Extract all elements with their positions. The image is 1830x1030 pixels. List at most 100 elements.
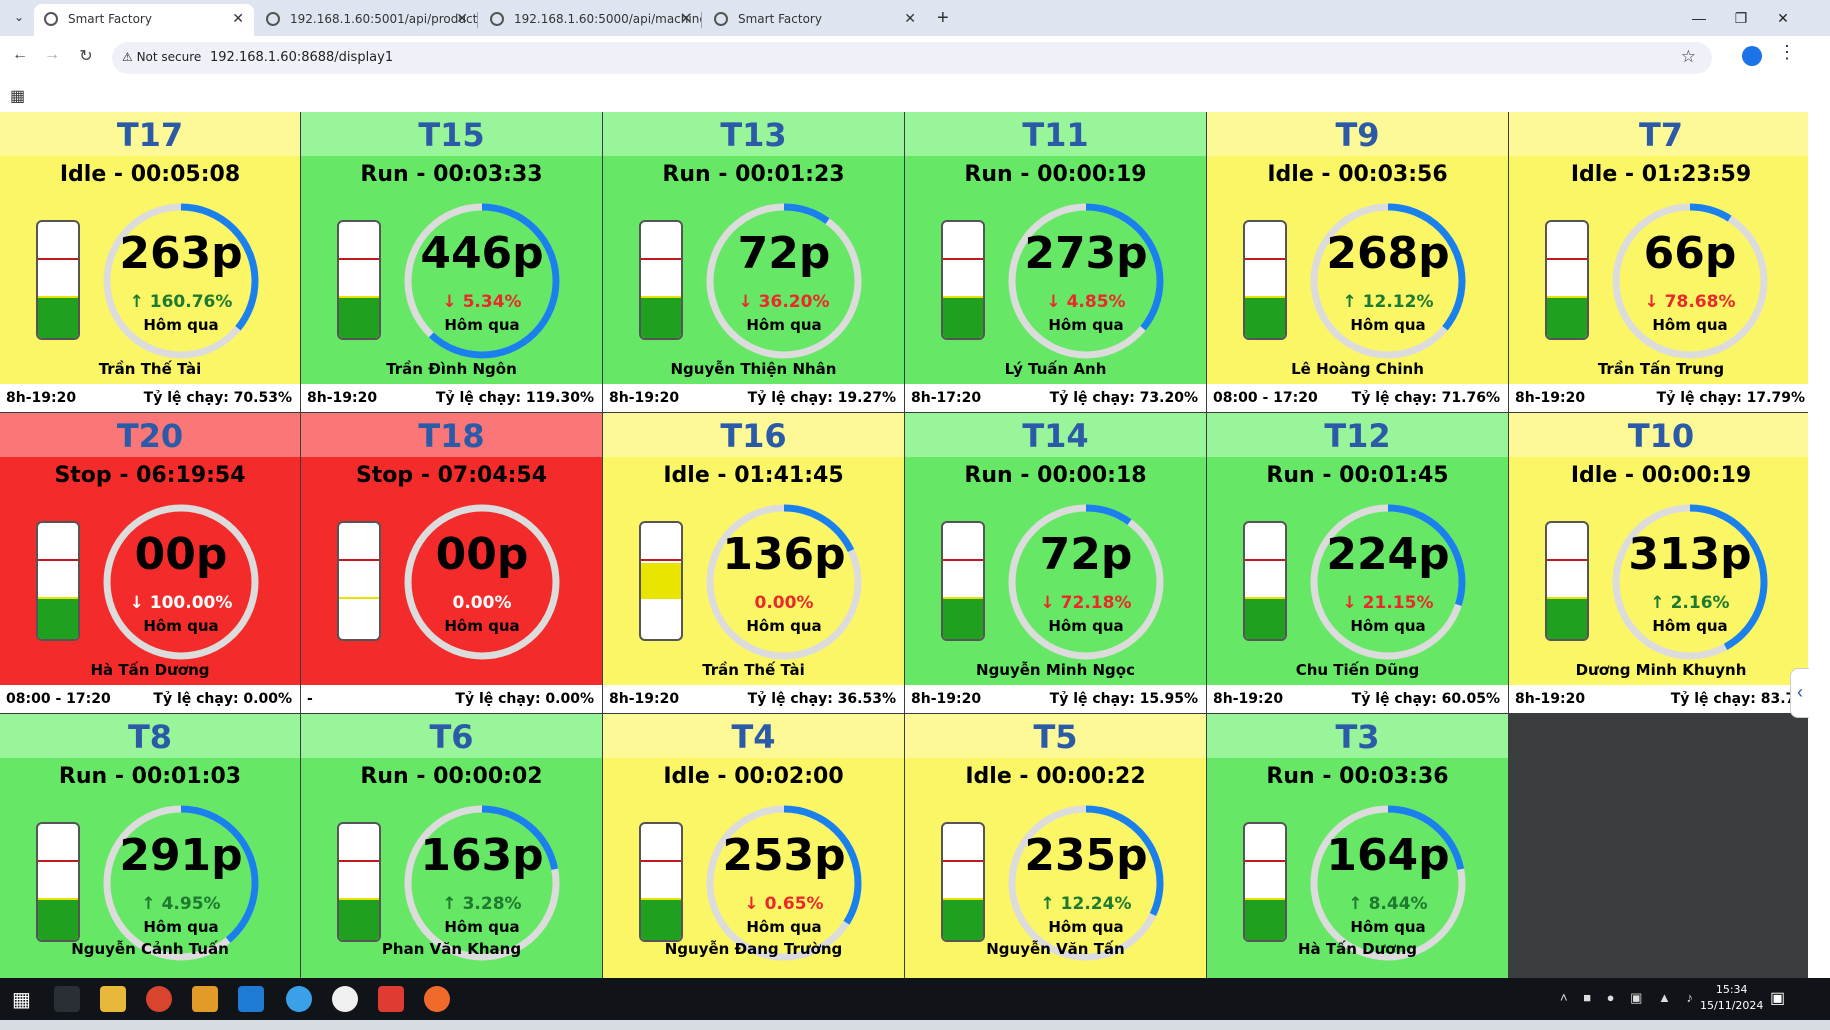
machine-card-t12[interactable]: T12 Run - 00:01:45 224p ↓ 21.15% Hôm qua Chu … [1207,413,1508,713]
machine-id: T18 [301,413,602,457]
shift-hours: 8h-19:20 [609,691,680,707]
tab-smart-factory[interactable]: Smart Factory ✕ [34,4,254,36]
production-count: 66p [1643,228,1737,279]
gauge-ring [103,203,259,359]
panel-toggle-chevron-icon[interactable]: ‹ [1790,668,1809,718]
level-fill [1245,599,1285,639]
bookmark-star-icon[interactable]: ☆ [1681,47,1696,67]
production-gauge: 00p 0.00% Hôm qua [401,501,563,663]
gauge-ring [1310,203,1466,359]
card-footer: 08:00 - 17:20 Tỷ lệ chạy: 71.76% [1207,384,1508,412]
machine-dashboard: T17 Idle - 00:05:08 263p ↑ 160.76% Hôm qua Tr… [0,112,1808,978]
browser-menu-icon[interactable]: ⋮ [1778,42,1796,63]
machine-id: T14 [905,413,1206,457]
close-icon[interactable]: ✕ [456,4,468,34]
gauge-ring [103,504,259,660]
close-icon[interactable]: ✕ [680,4,692,34]
machine-card-t20[interactable]: T20 Stop - 06:19:54 00p ↓ 100.00% Hôm qua Hà … [0,413,300,713]
machine-card-t3[interactable]: T3 Run - 00:03:36 164p ↑ 8.44% Hôm qua Hà Tấn… [1207,714,1508,978]
notification-icon[interactable]: ▣ [1770,988,1785,1008]
change-vs-yesterday: ↓ 78.68% [1609,292,1771,312]
level-mark-yellow [339,597,379,599]
machine-card-t4[interactable]: T4 Idle - 00:02:00 253p ↓ 0.65% Hôm qua Nguyễ… [603,714,904,978]
tab-api-production[interactable]: 192.168.1.60:5001/api/producti ✕ [256,4,478,36]
level-indicator [1243,521,1287,641]
change-percent: 0.00% [754,593,814,613]
close-icon[interactable]: ✕ [232,4,244,34]
machine-card-t8[interactable]: T8 Run - 00:01:03 291p ↑ 4.95% Hôm qua Nguyễn… [0,714,300,978]
docker-icon[interactable] [286,986,312,1012]
taskbar-clock[interactable]: 15:34 15/11/2024 [1700,982,1763,1014]
level-indicator [941,521,985,641]
change-vs-yesterday: ↑ 12.24% [1005,894,1167,914]
change-percent: 0.65% [764,894,824,914]
machine-status: Run - 00:03:36 [1266,764,1449,789]
change-percent: 4.95% [161,894,221,914]
back-arrow-icon[interactable]: ← [8,46,32,64]
level-fill [38,900,78,940]
profile-avatar-icon[interactable] [1742,46,1762,66]
forward-arrow-icon[interactable]: → [40,46,64,64]
not-secure-indicator[interactable]: ⚠ Not secure [122,50,201,64]
machine-card-t10[interactable]: T10 Idle - 00:00:19 313p ↑ 2.16% Hôm qua Dươn… [1509,413,1808,713]
machine-status: Run - 00:01:23 [662,162,845,187]
arrow-up-icon: ↑ [1650,593,1671,613]
reload-icon[interactable]: ↻ [74,46,98,66]
file-explorer-icon[interactable] [100,986,126,1012]
level-indicator [639,220,683,340]
machine-card-t9[interactable]: T9 Idle - 00:03:56 268p ↑ 12.12% Hôm qua Lê H… [1207,112,1508,412]
gauge-caption: Hôm qua [444,316,520,334]
level-indicator [941,220,985,340]
machine-card-t7[interactable]: T7 Idle - 01:23:59 66p ↓ 78.68% Hôm qua Trần … [1509,112,1808,412]
globe-icon [490,12,504,26]
tab-search-chevron-icon[interactable]: ⌄ [8,6,30,28]
shift-hours: 8h-19:20 [307,390,378,406]
vscode-icon[interactable] [238,986,264,1012]
app-icon-3[interactable] [378,986,404,1012]
machine-id: T13 [603,112,904,156]
tab-api-machine[interactable]: 192.168.1.60:5000/api/machine ✕ [480,4,702,36]
window-close-icon[interactable]: ✕ [1760,4,1806,32]
app-icon[interactable] [192,986,218,1012]
card-footer: 8h-19:20 Tỷ lệ chạy: 15.95% [905,685,1206,713]
gauge-caption: Hôm qua [444,617,520,635]
windows-start-icon[interactable]: ▦ [12,987,31,1012]
run-rate: Tỷ lệ chạy: 17.79% [1656,390,1805,406]
machine-id: T16 [603,413,904,457]
new-tab-plus-icon[interactable]: + [937,4,949,32]
operator-name: Nguyễn Cảnh Tuấn [71,940,229,958]
machine-card-t18[interactable]: T18 Stop - 07:04:54 00p 0.00% Hôm qua - Tỷ lệ … [301,413,602,713]
machine-card-t16[interactable]: T16 Idle - 01:41:45 136p 0.00% Hôm qua Trần T… [603,413,904,713]
machine-card-t15[interactable]: T15 Run - 00:03:33 446p ↓ 5.34% Hôm qua Trần … [301,112,602,412]
apps-grid-icon[interactable]: ▦ [10,86,25,106]
machine-card-t5[interactable]: T5 Idle - 00:00:22 235p ↑ 12.24% Hôm qua Nguy… [905,714,1206,978]
change-vs-yesterday: ↓ 0.65% [703,894,865,914]
machine-id: T9 [1207,112,1508,156]
windows-taskbar: ▦ ˄ ■ ● ▣ ▲ ♪ 15:34 15/11/2024 ▣ [0,978,1830,1020]
system-tray-icons[interactable]: ˄ ■ ● ▣ ▲ ♪ [1560,990,1699,1006]
production-gauge: 273p ↓ 4.85% Hôm qua [1005,200,1167,362]
task-view-icon[interactable] [54,986,80,1012]
machine-card-t6[interactable]: T6 Run - 00:00:02 163p ↑ 3.28% Hôm qua Phan V… [301,714,602,978]
machine-card-t14[interactable]: T14 Run - 00:00:18 72p ↓ 72.18% Hôm qua Nguyễ… [905,413,1206,713]
arrow-up-icon: ↑ [442,894,463,914]
close-icon[interactable]: ✕ [904,4,916,34]
machine-status: Run - 00:01:03 [58,764,242,789]
operator-name: Trần Tấn Trung [1597,360,1725,378]
machine-card-t17[interactable]: T17 Idle - 00:05:08 263p ↑ 160.76% Hôm qua Tr… [0,112,300,412]
card-footer: 8h-19:20 Tỷ lệ chạy: 60.05% [1207,685,1508,713]
tab-smart-factory-2[interactable]: Smart Factory ✕ [704,4,926,36]
production-gauge: 72p ↓ 72.18% Hôm qua [1005,501,1167,663]
machine-card-t13[interactable]: T13 Run - 00:01:23 72p ↓ 36.20% Hôm qua Nguyễ… [603,112,904,412]
restore-icon[interactable]: ❐ [1718,4,1764,32]
address-bar[interactable]: ⚠ Not secure 192.168.1.60:8688/display1 … [112,42,1712,74]
change-percent: 3.28% [462,894,522,914]
minimize-icon[interactable]: — [1676,4,1722,32]
machine-card-t11[interactable]: T11 Run - 00:00:19 273p ↓ 4.85% Hôm qua Lý Tu… [905,112,1206,412]
chrome-icon[interactable] [146,986,172,1012]
app-icon-2[interactable] [332,986,358,1012]
postman-icon[interactable] [424,986,450,1012]
change-percent: 36.20% [758,292,830,312]
url-text[interactable]: 192.168.1.60:8688/display1 [210,50,393,65]
machine-status: Run - 00:01:45 [1266,463,1449,488]
